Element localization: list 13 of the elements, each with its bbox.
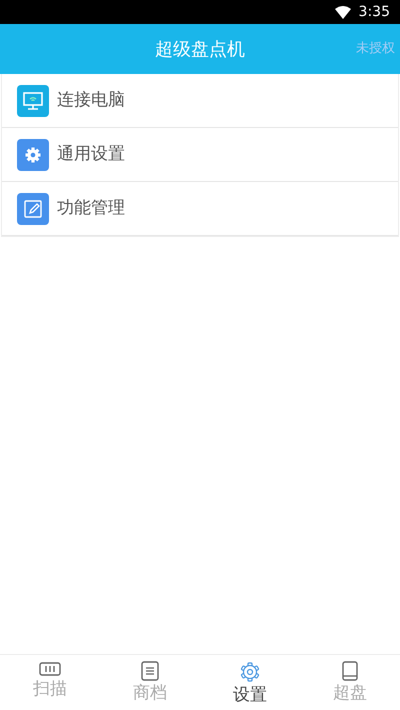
barcode-icon: [39, 661, 61, 677]
status-time: 3:35: [358, 2, 390, 22]
menu-item[interactable]: 连接电脑: [2, 74, 398, 128]
tab-button[interactable]: 设置: [200, 655, 300, 710]
document-icon: [141, 661, 159, 681]
menu-item[interactable]: 功能管理: [2, 182, 398, 236]
header-title: 超级盘点机: [155, 38, 245, 62]
monitor-icon: [22, 90, 44, 112]
book-icon: [341, 661, 359, 681]
menu-item[interactable]: 通用设置: [2, 128, 398, 182]
edit-icon: [22, 198, 44, 220]
settings-icon: [239, 661, 261, 683]
wifi-icon: [334, 6, 351, 18]
